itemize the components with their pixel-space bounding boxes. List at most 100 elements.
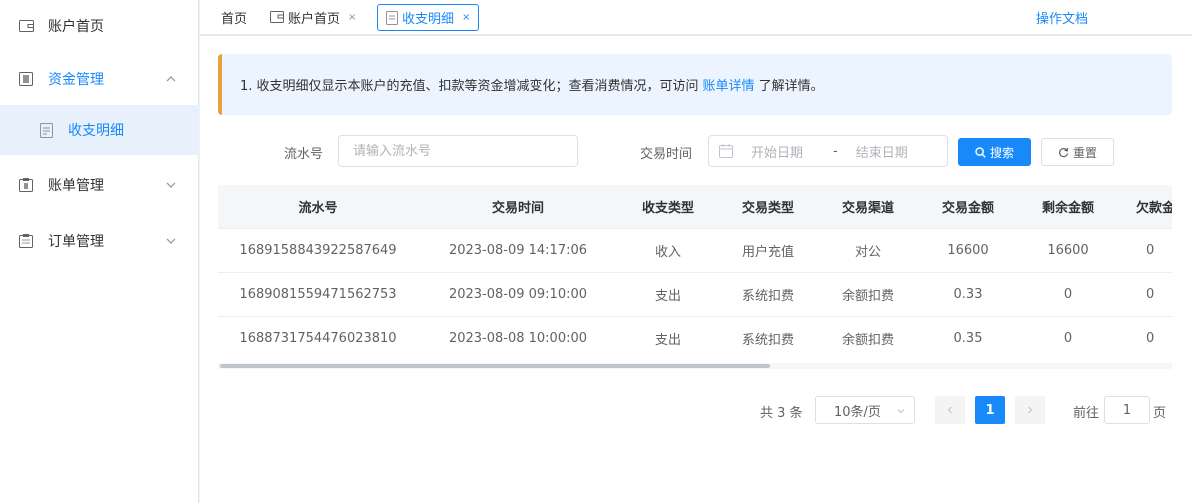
sidebar-item-fund-management[interactable]: 资金管理 <box>0 59 199 99</box>
chevron-up-icon <box>166 76 176 82</box>
sidebar-item-label: 订单管理 <box>48 234 104 250</box>
table-cell: 支出 <box>618 315 718 360</box>
chevron-down-icon <box>166 182 176 188</box>
table-cell: 2023-08-08 10:00:00 <box>418 315 618 360</box>
chevron-left-icon <box>947 406 952 414</box>
table-row: 1688731754476023810 2023-08-08 10:00:00 … <box>218 315 1172 360</box>
refresh-icon <box>1059 147 1069 157</box>
end-date-input[interactable]: 结束日期 <box>856 142 908 161</box>
bill-icon <box>18 177 34 193</box>
sidebar-subitem-income-expense-detail[interactable]: 收支明细 <box>0 105 199 155</box>
column-header: 交易金额 <box>918 185 1018 228</box>
table-cell: 0 <box>1118 271 1172 316</box>
docs-link[interactable]: 操作文档 <box>1036 8 1088 27</box>
serial-number-input[interactable] <box>338 135 578 167</box>
table-cell: 2023-08-09 09:10:00 <box>418 271 618 316</box>
start-date-input[interactable]: 开始日期 <box>751 142 817 161</box>
page-suffix-label: 页 <box>1153 406 1167 421</box>
table-cell: 支出 <box>618 271 718 316</box>
table-row: 1689158843922587649 2023-08-09 14:17:06 … <box>218 227 1172 272</box>
table-cell: 16600 <box>918 227 1018 272</box>
page-size-value: 10条/页 <box>834 404 881 420</box>
tab-bar: 首页 账户首页 × 收支明细 × 操作文档 <box>200 0 1192 35</box>
prev-page-button[interactable] <box>935 396 965 424</box>
wallet-icon <box>18 18 34 34</box>
column-header: 剩余金额 <box>1018 185 1118 228</box>
serial-label: 流水号 <box>284 147 324 162</box>
table-cell: 收入 <box>618 227 718 272</box>
notice-text: 1. 收支明细仅显示本账户的充值、扣款等资金增减变化；查看消费情况，可访问 <box>240 79 699 94</box>
table-cell: 系统扣费 <box>718 271 818 316</box>
goto-label: 前往 <box>1073 406 1100 421</box>
sidebar-item-order-management[interactable]: 订单管理 <box>0 221 199 261</box>
document-icon <box>38 122 54 138</box>
column-header: 欠款金额 <box>1118 185 1172 228</box>
trade-time-label: 交易时间 <box>640 147 693 162</box>
scrollbar-thumb[interactable] <box>220 364 770 368</box>
table-cell: 对公 <box>818 227 918 272</box>
date-separator: - <box>833 143 838 159</box>
reset-button-label: 重置 <box>1072 145 1097 160</box>
table-header: 流水号 交易时间 收支类型 交易类型 交易渠道 交易金额 剩余金额 欠款金额 <box>218 185 1172 228</box>
wallet-icon <box>270 11 284 23</box>
fund-icon <box>18 71 34 87</box>
date-range-picker[interactable]: 开始日期 - 结束日期 <box>708 135 948 167</box>
sidebar-item-account-home[interactable]: 账户首页 <box>0 6 199 46</box>
page-size-select[interactable]: 10条/页 <box>815 396 915 424</box>
calendar-icon <box>719 144 733 158</box>
search-icon <box>975 146 986 158</box>
tab-label: 首页 <box>221 12 248 27</box>
table-cell: 0.35 <box>918 315 1018 360</box>
horizontal-scrollbar[interactable] <box>218 363 1172 369</box>
order-icon <box>18 233 34 249</box>
chevron-right-icon <box>1028 406 1033 414</box>
transactions-table: 流水号 交易时间 收支类型 交易类型 交易渠道 交易金额 剩余金额 欠款金额 1… <box>218 185 1172 370</box>
chevron-down-icon <box>897 409 905 414</box>
table-cell: 用户充值 <box>718 227 818 272</box>
table-cell: 16600 <box>1018 227 1118 272</box>
main-panel: 1. 收支明细仅显示本账户的充值、扣款等资金增减变化；查看消费情况，可访问 账单… <box>200 36 1192 503</box>
close-icon[interactable]: × <box>462 12 470 23</box>
document-icon <box>386 10 398 25</box>
bill-detail-link[interactable]: 账单详情 <box>703 75 755 94</box>
table-cell: 1688731754476023810 <box>218 315 418 360</box>
sidebar-item-label: 账户首页 <box>48 19 104 35</box>
notice-suffix: 了解详情。 <box>758 79 824 94</box>
table-cell: 0.33 <box>918 271 1018 316</box>
column-header: 交易类型 <box>718 185 818 228</box>
column-header: 收支类型 <box>618 185 718 228</box>
page-number-current[interactable]: 1 <box>975 396 1005 424</box>
search-button-label: 搜索 <box>989 145 1014 160</box>
table-cell: 0 <box>1118 315 1172 360</box>
search-button[interactable]: 搜索 <box>958 138 1031 166</box>
tab-home[interactable]: 首页 <box>221 4 247 31</box>
table-cell: 2023-08-09 14:17:06 <box>418 227 618 272</box>
column-header: 交易渠道 <box>818 185 918 228</box>
column-header: 流水号 <box>218 185 418 228</box>
table-cell: 0 <box>1018 315 1118 360</box>
table-cell: 余额扣费 <box>818 315 918 360</box>
table-cell: 余额扣费 <box>818 271 918 316</box>
sidebar: 账户首页 资金管理 收支明细 账单管理 订单管理 <box>0 0 199 503</box>
reset-button[interactable]: 重置 <box>1041 138 1114 166</box>
goto-page-input[interactable] <box>1104 396 1150 424</box>
sidebar-item-bill-management[interactable]: 账单管理 <box>0 165 199 205</box>
tab-account-home[interactable]: 账户首页 × <box>270 4 356 31</box>
tab-label: 账户首页 <box>288 12 341 27</box>
pagination-total: 共 3 条 <box>760 406 803 421</box>
table-cell: 1689081559471562753 <box>218 271 418 316</box>
sidebar-item-label: 资金管理 <box>48 72 104 88</box>
next-page-button[interactable] <box>1015 396 1045 424</box>
table-cell: 0 <box>1018 271 1118 316</box>
tab-income-expense-detail[interactable]: 收支明细 × <box>377 4 480 31</box>
notice-banner: 1. 收支明细仅显示本账户的充值、扣款等资金增减变化；查看消费情况，可访问 账单… <box>218 54 1172 115</box>
table-row: 1689081559471562753 2023-08-09 09:10:00 … <box>218 271 1172 316</box>
tab-label: 收支明细 <box>402 12 455 27</box>
table-cell: 系统扣费 <box>718 315 818 360</box>
chevron-down-icon <box>166 238 176 244</box>
close-icon[interactable]: × <box>348 12 356 23</box>
column-header: 交易时间 <box>418 185 618 228</box>
sidebar-item-label: 账单管理 <box>48 178 104 194</box>
table-cell: 1689158843922587649 <box>218 227 418 272</box>
sidebar-subitem-label: 收支明细 <box>68 123 124 139</box>
